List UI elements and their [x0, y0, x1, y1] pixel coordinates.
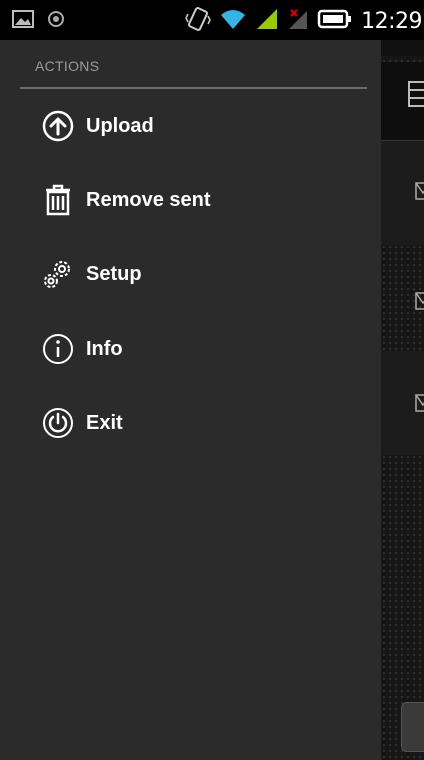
envelope-icon [415, 182, 424, 200]
status-time: 12:29 [361, 9, 422, 34]
upload-icon [38, 106, 78, 146]
envelope-icon [415, 394, 424, 412]
trash-icon [38, 180, 78, 220]
image-notification-icon [12, 10, 34, 33]
menu-item-setup[interactable]: Setup [0, 244, 381, 304]
content-header [381, 62, 424, 141]
gears-icon [38, 254, 78, 294]
main-content-peek [381, 40, 424, 760]
battery-icon [317, 8, 353, 35]
list-item[interactable] [381, 245, 424, 349]
menu-item-label: Upload [86, 114, 154, 137]
menu-item-label: Remove sent [86, 188, 211, 211]
list-item[interactable] [381, 351, 424, 455]
no-sim-signal-icon [287, 7, 309, 36]
menu-item-exit[interactable]: Exit [0, 393, 381, 453]
signal-icon [255, 7, 279, 36]
info-icon [38, 329, 78, 369]
content-top-bar [381, 40, 424, 56]
list-item[interactable] [381, 141, 424, 245]
list-icon [408, 81, 424, 107]
menu-item-label: Setup [86, 262, 142, 285]
menu-item-label: Exit [86, 411, 123, 434]
menu-item-remove-sent[interactable]: Remove sent [0, 170, 381, 230]
section-title: ACTIONS [35, 58, 100, 74]
envelope-icon [415, 292, 424, 310]
vibrate-icon [185, 6, 211, 37]
navigation-drawer: ACTIONS Upload Remove sent Setup Info Ex… [0, 40, 381, 760]
section-divider [20, 87, 367, 89]
menu-item-label: Info [86, 337, 123, 360]
power-icon [38, 403, 78, 443]
menu-item-info[interactable]: Info [0, 319, 381, 379]
shield-notification-icon [48, 10, 64, 33]
bottom-action-button[interactable] [401, 702, 424, 752]
status-bar: 12:29 [0, 0, 424, 40]
menu-item-upload[interactable]: Upload [0, 96, 381, 156]
wifi-icon [219, 7, 247, 36]
